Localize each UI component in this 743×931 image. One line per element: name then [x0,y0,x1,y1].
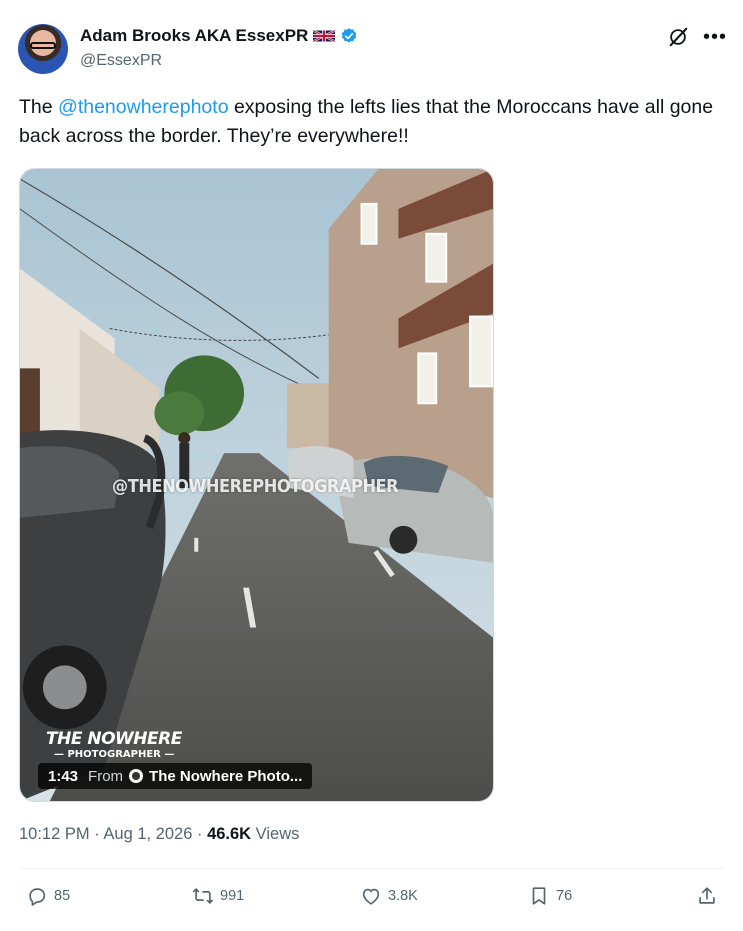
views-label: Views [251,825,300,843]
bookmark-icon [532,887,546,905]
tweet-text: The @thenowherephoto exposing the lefts … [19,93,724,151]
top-right-icons: ••• [667,26,727,48]
avatar-glasses [30,42,56,49]
verified-badge-icon[interactable] [340,27,358,45]
brand-line-2: — PHOTOGRAPHER — [54,749,175,760]
author-handle[interactable]: @EssexPR [80,52,162,70]
author-display-name[interactable]: Adam Brooks AKA EssexPR [80,26,308,46]
video-info-pill[interactable]: 1:43 From The Nowhere Photo... [38,763,313,789]
tweet-time[interactable]: 10:12 PM [19,825,90,843]
video-media[interactable]: @THENOWHEREPHOTOGRAPHER THE NOWHERE — PH… [19,168,494,802]
meta-separator: · [192,825,208,843]
reply-count: 85 [54,888,71,904]
like-count: 3.8K [388,888,418,904]
avatar[interactable] [18,24,68,74]
share-icon [699,887,715,904]
like-button[interactable]: 3.8K [360,885,418,907]
from-label: From [88,767,124,785]
heart-icon [362,888,380,905]
meta-separator: · [89,825,104,843]
brand-line-1: THE NOWHERE [46,729,182,749]
action-bar: 85 991 3.8K 76 [0,885,743,915]
tweet-text-prefix: The [19,96,59,118]
author-name-row: Adam Brooks AKA EssexPR [80,26,358,46]
reply-button[interactable]: 85 [26,885,70,907]
video-duration: 1:43 [48,767,79,785]
source-name[interactable]: The Nowhere Photo... [149,768,302,785]
mention-link[interactable]: @thenowherephoto [58,96,229,118]
tweet-date[interactable]: Aug 1, 2026 [103,825,192,843]
reply-icon [29,888,46,906]
divider [19,868,724,869]
bookmark-count: 76 [556,888,573,904]
share-button[interactable] [696,885,718,907]
tweet-meta: 10:12 PM · Aug 1, 2026 · 46.6K Views [19,825,299,844]
source-avatar-icon [129,769,144,783]
repost-count: 991 [220,888,245,904]
video-watermark: @THENOWHEREPHOTOGRAPHER [112,476,399,497]
repost-button[interactable]: 991 [192,885,244,907]
more-options-icon[interactable]: ••• [703,27,727,47]
repost-icon [193,888,213,904]
views-count: 46.6K [207,825,252,843]
video-brand-logo: THE NOWHERE — PHOTOGRAPHER — [46,729,182,760]
grok-icon[interactable] [667,26,689,48]
bookmark-button[interactable]: 76 [528,885,572,907]
uk-flag-icon [313,29,336,43]
